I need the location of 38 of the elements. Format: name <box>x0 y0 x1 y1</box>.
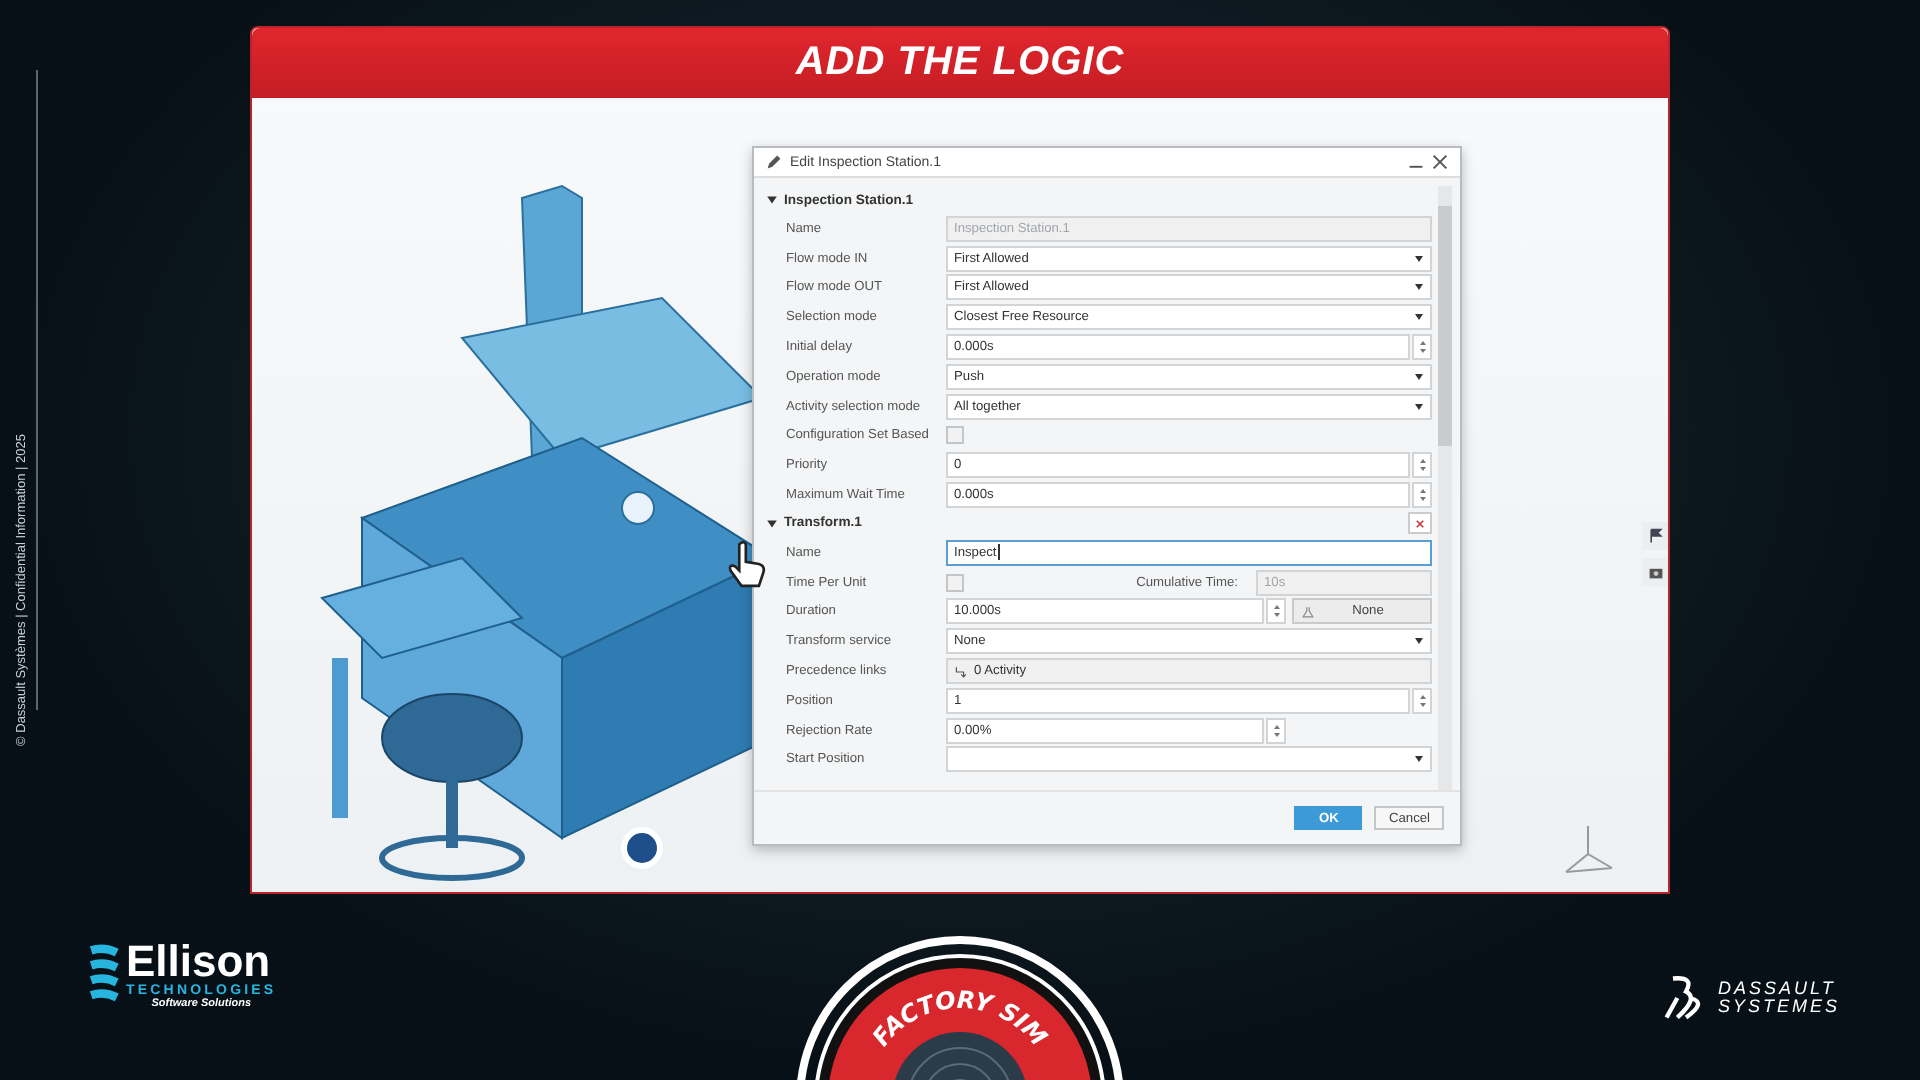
spinner-button[interactable] <box>1412 687 1432 714</box>
logo-line: DASSAULT <box>1718 980 1838 998</box>
up-down-arrows-icon <box>1271 723 1281 738</box>
spinner-button[interactable] <box>1266 717 1286 744</box>
scrollbar[interactable] <box>1438 186 1452 790</box>
close-icon[interactable] <box>1432 154 1448 170</box>
flag-icon[interactable] <box>1642 522 1668 550</box>
spinner-button[interactable] <box>1412 482 1432 509</box>
caret-icon[interactable] <box>766 517 778 530</box>
close-icon <box>1416 519 1424 528</box>
up-down-arrows-icon <box>1417 458 1427 473</box>
remove-button[interactable] <box>1408 512 1432 535</box>
up-down-arrows-icon <box>1417 693 1427 708</box>
up-down-arrows-icon <box>1271 604 1281 619</box>
up-down-arrows-icon <box>1417 488 1427 503</box>
caret-icon <box>1414 253 1424 264</box>
slide-title: ADD THE LOGIC <box>795 40 1125 86</box>
camera-icon[interactable] <box>1642 558 1668 586</box>
link-arrow-icon <box>954 665 966 678</box>
spinner-button[interactable] <box>1412 452 1432 479</box>
up-down-arrows-icon <box>1417 340 1427 355</box>
caret-icon <box>1414 312 1424 323</box>
caret-icon <box>1414 401 1424 412</box>
wave-stripes-icon <box>88 943 120 1007</box>
spinner-button[interactable] <box>1266 598 1286 625</box>
caret-icon[interactable] <box>766 194 778 206</box>
caret-icon <box>1414 754 1424 765</box>
checkbox[interactable] <box>946 573 964 592</box>
caret-icon <box>1414 371 1424 382</box>
pencil-icon <box>766 154 782 170</box>
caret-icon <box>1414 282 1424 293</box>
logo-name: Ellison <box>126 940 271 984</box>
flask-icon <box>1302 605 1314 618</box>
caret-icon <box>1414 636 1424 647</box>
spinner-button[interactable] <box>1412 334 1432 361</box>
logo-line: SYSTEMES <box>1718 998 1841 1016</box>
dropdown-field[interactable] <box>946 746 1432 773</box>
checkbox[interactable] <box>946 426 964 445</box>
